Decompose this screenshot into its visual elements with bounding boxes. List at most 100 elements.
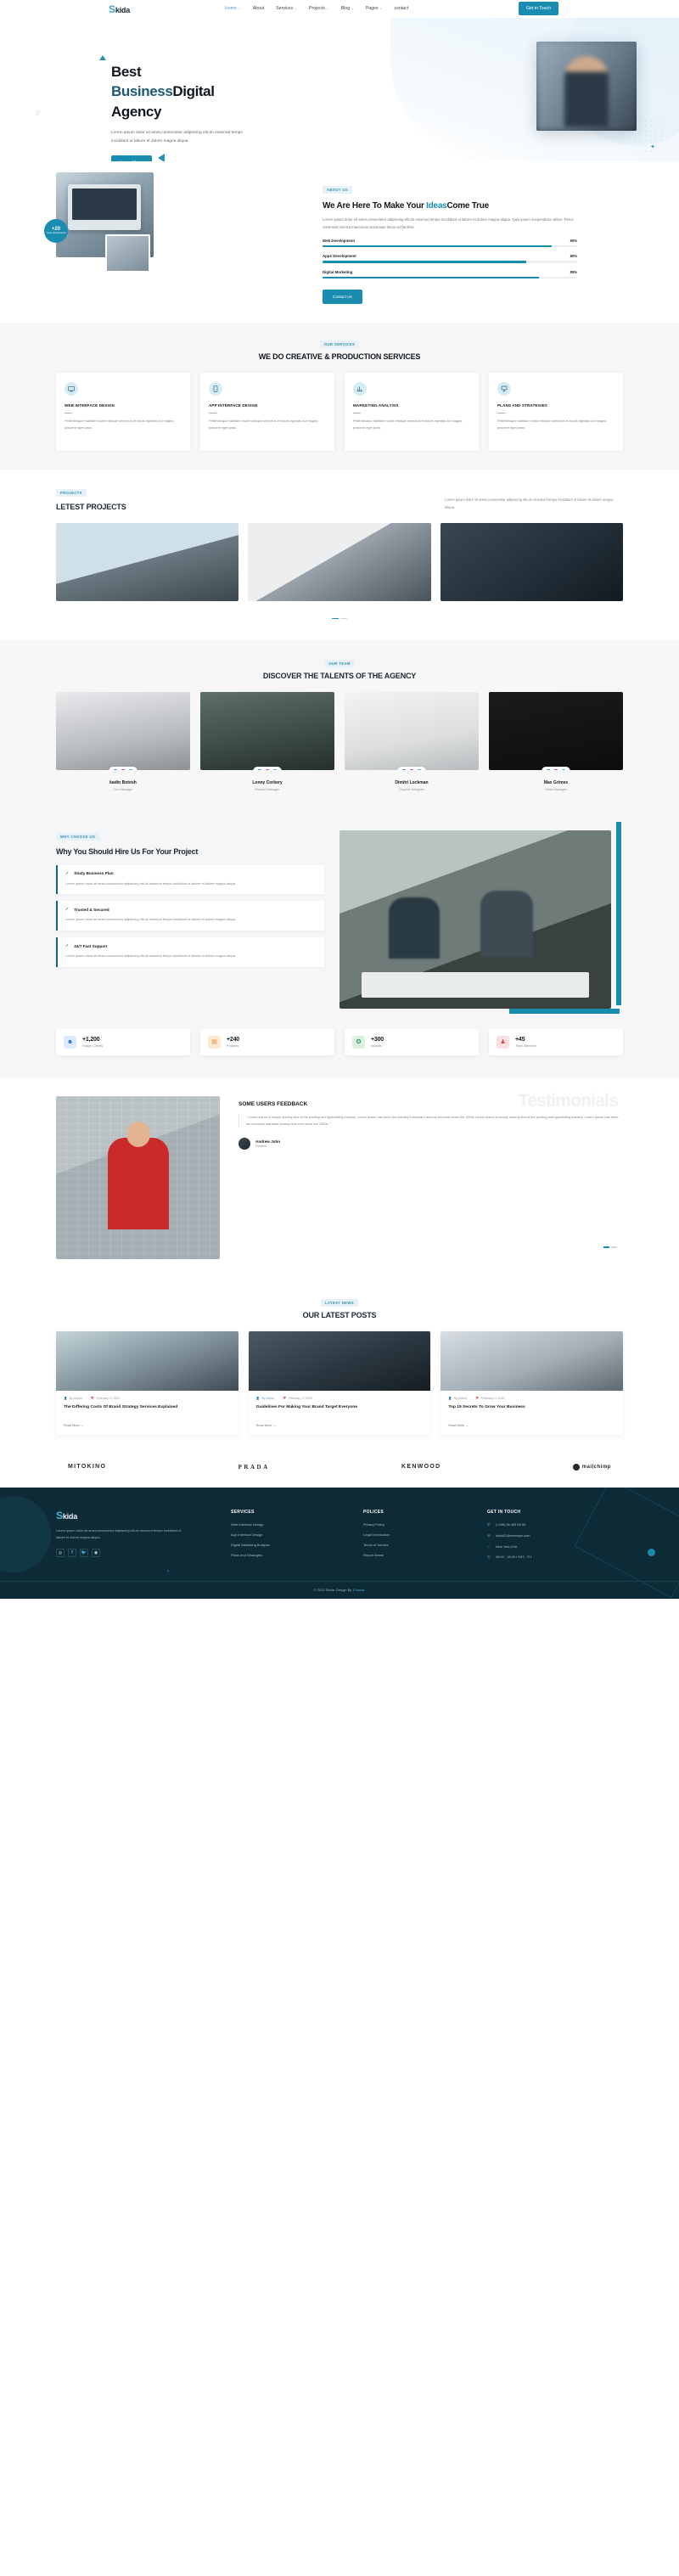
check-icon: ✓ bbox=[65, 943, 70, 949]
blog-card[interactable]: 👤 By Admin 📅 February 17,2022 Guidelines Fo… bbox=[248, 1330, 431, 1435]
nav-item-contact[interactable]: contact bbox=[394, 6, 408, 11]
progress-bar bbox=[323, 245, 577, 248]
twitter-icon[interactable]: 🐦 bbox=[80, 1548, 88, 1557]
brand-logo-kenwood: KENWOOD bbox=[401, 1464, 441, 1470]
blog-grid: 👤 By Admin 📅 February 17,2022 The Differing… bbox=[56, 1330, 623, 1435]
accordion-item[interactable]: ✓ 24/7 Fast Support Lorem ipsum dolor sit… bbox=[56, 937, 324, 967]
accordion-title: Study Business Plan bbox=[74, 871, 114, 875]
instagram-icon[interactable] bbox=[265, 768, 270, 770]
chevron-down-icon: ⌄ bbox=[379, 6, 383, 10]
stat-label: Awards bbox=[371, 1043, 382, 1048]
accordion-item[interactable]: ✓ Study Business Plan Lorem ipsum dolor s… bbox=[56, 864, 324, 895]
footer-contact-title: GET IN TOUCH bbox=[487, 1509, 521, 1515]
instagram-icon[interactable] bbox=[121, 768, 126, 770]
facebook-icon[interactable] bbox=[257, 768, 262, 770]
footer-socials: ◎ f 🐦 ◉ bbox=[56, 1548, 226, 1557]
blog-card[interactable]: 👤 By Admin 📅 February 17,2022 The Differing… bbox=[56, 1330, 238, 1435]
about-kicker: ABOUT US bbox=[323, 186, 353, 194]
hero-image bbox=[536, 42, 637, 131]
instagram-icon[interactable] bbox=[409, 768, 414, 770]
site-footer: Skida Lorem ipsum dolor sit amet,consect… bbox=[0, 1487, 679, 1599]
scroll-top-icon[interactable]: ⤒ bbox=[167, 1570, 169, 1575]
contact-email[interactable]: ✉ skida22@exemple.com bbox=[487, 1533, 631, 1538]
testimonials-carousel-dots[interactable] bbox=[603, 1237, 618, 1252]
project-image-3[interactable] bbox=[440, 523, 623, 601]
nav-item-services[interactable]: Services ⌄ bbox=[276, 6, 297, 11]
footer-link-report-abuse[interactable]: Report Abuse bbox=[363, 1553, 482, 1557]
calendar-icon: 📅 bbox=[474, 1396, 480, 1400]
social-links[interactable] bbox=[542, 767, 570, 770]
facebook-icon[interactable]: f bbox=[68, 1548, 76, 1557]
why-image bbox=[340, 830, 611, 1009]
blog-date: 📅 February 17,2022 bbox=[90, 1396, 121, 1400]
footer-link-web-interface-design[interactable]: Web Interface Design bbox=[231, 1522, 358, 1527]
twitter-icon[interactable] bbox=[417, 768, 422, 770]
facebook-icon[interactable] bbox=[113, 768, 118, 770]
nav-item-blog[interactable]: Blog ⌄ bbox=[341, 6, 354, 11]
page-root: Skida Home ⌄ About Services ⌄ Projects ⌄ Bl… bbox=[0, 0, 679, 1599]
skill-digital-marketing: Digital Marketing 85% bbox=[323, 270, 577, 279]
contact-phone[interactable]: ✆ (+245) 56 455 56 84 bbox=[487, 1522, 631, 1527]
footer-link-privacy-policy[interactable]: Privacy Policy bbox=[363, 1522, 482, 1527]
facebook-icon[interactable] bbox=[546, 768, 551, 770]
site-header: Skida Home ⌄ About Services ⌄ Projects ⌄ Bl… bbox=[0, 0, 679, 18]
footer-link-digital-marketing-analysis[interactable]: Digital Marketing Analysis bbox=[231, 1543, 358, 1547]
decor-dot-grid bbox=[633, 118, 664, 152]
footer-link-app-interface-design[interactable]: App Interface Design bbox=[231, 1533, 358, 1537]
contact-location: ⌂ New York,USA bbox=[487, 1544, 518, 1549]
logo[interactable]: Skida bbox=[109, 3, 130, 15]
project-image-1[interactable] bbox=[56, 523, 239, 601]
twitter-icon[interactable] bbox=[272, 768, 278, 770]
blog-card[interactable]: 👤 By Admin 📅 February 17,2022 Top 15 Secret… bbox=[441, 1330, 623, 1435]
stat-number: +1,200 bbox=[82, 1036, 100, 1043]
logo-initial: S bbox=[109, 3, 115, 15]
testimonial-author: Andrew John bbox=[255, 1139, 281, 1144]
footer-credit-link[interactable]: 17sucal bbox=[352, 1588, 364, 1592]
service-card[interactable]: MARKETING ANALYSIS Pellentesque habitant… bbox=[345, 373, 479, 451]
chevron-down-icon: ⌄ bbox=[351, 6, 354, 10]
why-choose-us-section: WHY CHOOSE US Why You Should Hire Us For… bbox=[0, 809, 679, 1029]
projects-carousel-dots[interactable] bbox=[56, 608, 623, 623]
read-more-link[interactable]: Read More → bbox=[56, 1418, 92, 1435]
nav-item-projects[interactable]: Projects ⌄ bbox=[309, 6, 329, 11]
user-icon: 👤 bbox=[255, 1396, 261, 1400]
service-card[interactable]: APP INTERFACE DESIGN Pellentesque habita… bbox=[200, 373, 334, 451]
avatar bbox=[238, 1137, 250, 1150]
blog-image bbox=[441, 1330, 623, 1391]
social-links[interactable] bbox=[253, 767, 282, 770]
mail-icon: ✉ bbox=[487, 1533, 491, 1538]
brand-logo-mailchimp: mailchimp bbox=[572, 1463, 611, 1471]
service-card[interactable]: PLANS AND STRATEGIES Pellentesque habita… bbox=[489, 373, 623, 451]
team-grid: kadin Botosh Ceo Manager Lonny Corkery P… bbox=[56, 692, 623, 791]
footer-contact-col: GET IN TOUCH ✆ (+245) 56 455 56 84 ✉ skida… bbox=[487, 1510, 631, 1566]
accordion-item[interactable]: ✓ Trusted & Secured Lorem ipsum dolor sit… bbox=[56, 901, 324, 931]
facebook-icon[interactable] bbox=[401, 768, 407, 770]
learn-more-button[interactable]: Learn More bbox=[111, 155, 152, 161]
dribbble-icon[interactable]: ◉ bbox=[92, 1548, 100, 1557]
footer-link-terms-of-service[interactable]: Terms of Service bbox=[363, 1543, 482, 1547]
footer-logo[interactable]: Skida bbox=[56, 1510, 226, 1521]
nav-item-home[interactable]: Home ⌄ bbox=[225, 6, 241, 11]
nav-item-about[interactable]: About bbox=[253, 6, 265, 11]
read-more-link[interactable]: Read More → bbox=[441, 1418, 476, 1435]
social-links[interactable] bbox=[109, 767, 137, 770]
get-in-touch-button[interactable]: Get in Touch bbox=[519, 2, 559, 15]
social-links[interactable] bbox=[397, 767, 426, 770]
service-card[interactable]: WEB INTERFACE DESIGN Pellentesque habita… bbox=[56, 373, 190, 451]
nav-item-pages[interactable]: Pages ⌄ bbox=[366, 6, 383, 11]
footer-link-plans-and-strategies[interactable]: Plans and Strategies bbox=[231, 1553, 358, 1557]
project-image-2[interactable] bbox=[248, 523, 431, 601]
instagram-icon[interactable]: ◎ bbox=[56, 1548, 65, 1557]
service-title: MARKETING ANALYSIS bbox=[353, 403, 399, 408]
team-member-card: Lonny Corkery Product Manager bbox=[200, 692, 334, 791]
projects-heading: LETEST PROJECTS bbox=[56, 503, 126, 511]
team-member-role: Sales Manager bbox=[545, 787, 567, 791]
instagram-icon[interactable] bbox=[553, 768, 558, 770]
projects-paragraph: Lorem ipsum dolor sit amet,consectetur a… bbox=[445, 498, 614, 509]
read-more-link[interactable]: Read More → bbox=[249, 1418, 284, 1435]
blog-kicker: LATEST NEWS bbox=[320, 1298, 359, 1307]
contact-us-button[interactable]: Contact Us bbox=[323, 290, 362, 305]
footer-link-legal-information[interactable]: Legal Information bbox=[363, 1533, 482, 1537]
twitter-icon[interactable] bbox=[561, 768, 566, 770]
twitter-icon[interactable] bbox=[128, 768, 133, 770]
